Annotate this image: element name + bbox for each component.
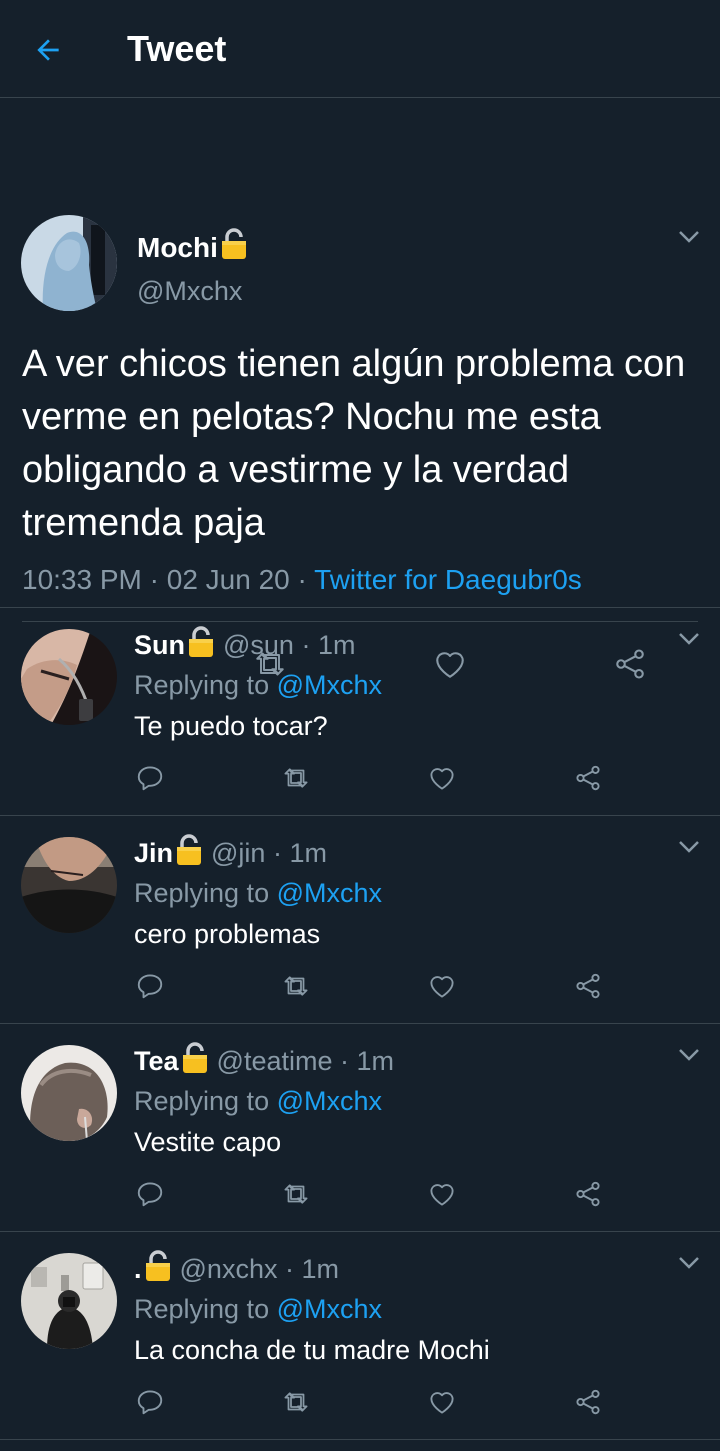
mention-link[interactable]: @Mxchx <box>277 1294 382 1324</box>
retweet-icon[interactable] <box>276 1382 316 1422</box>
reply-header: Sun @sun · 1m <box>134 626 355 665</box>
like-icon[interactable] <box>422 758 462 798</box>
share-icon[interactable] <box>568 966 608 1006</box>
mention-link[interactable]: @Mxchx <box>277 1086 382 1116</box>
reply-actions <box>0 758 720 798</box>
share-icon[interactable] <box>568 1382 608 1422</box>
reply-author-name[interactable]: Jin <box>134 838 173 869</box>
tweet-date: 02 Jun 20 <box>166 564 290 595</box>
meta-separator: · <box>332 1046 357 1076</box>
author-name-label: Mochi <box>137 231 218 263</box>
reply-header: Jin @jin · 1m <box>134 834 327 873</box>
replying-to-label: Replying to <box>134 1086 270 1116</box>
lock-icon <box>220 228 248 267</box>
chevron-down-icon[interactable] <box>678 230 700 249</box>
reply-author-handle[interactable]: @sun <box>223 630 294 661</box>
avatar[interactable] <box>21 215 117 311</box>
reply-text: cero problemas <box>134 919 321 949</box>
avatar[interactable] <box>21 1045 117 1141</box>
tweet-time: 10:33 PM <box>22 564 142 595</box>
meta-separator: · <box>293 630 318 660</box>
chevron-down-icon[interactable] <box>678 632 700 651</box>
back-arrow-icon[interactable] <box>28 30 68 70</box>
reply-text: La concha de tu madre Mochi <box>134 1335 490 1365</box>
top-bar: Tweet <box>0 0 720 98</box>
like-icon[interactable] <box>422 966 462 1006</box>
reply-tweet[interactable]: Sun @sun · 1m Replying to @Mxchx Te pued… <box>0 608 720 816</box>
replying-to-label: Replying to <box>134 1294 270 1324</box>
meta-separator: · <box>149 564 167 595</box>
reply-actions <box>0 1382 720 1422</box>
reply-icon[interactable] <box>130 758 170 798</box>
main-tweet: Mochi @Mxchx A ver chicos tienen algún p… <box>0 98 720 679</box>
reply-author-handle[interactable]: @nxchx <box>180 1254 278 1285</box>
reply-time: 1m <box>289 838 327 868</box>
share-icon[interactable] <box>568 1174 608 1214</box>
reply-tweet[interactable]: Jin @jin · 1m Replying to @Mxchx cero pr… <box>0 816 720 1024</box>
chevron-down-icon[interactable] <box>678 840 700 859</box>
reply-author-handle[interactable]: @jin <box>211 838 265 869</box>
retweet-icon[interactable] <box>276 1174 316 1214</box>
reply-tweet[interactable]: Tea @teatime · 1m Replying to @Mxchx Ves… <box>0 1024 720 1232</box>
reply-actions <box>0 966 720 1006</box>
replying-to: Replying to @Mxchx <box>134 878 382 909</box>
chevron-down-icon[interactable] <box>678 1256 700 1275</box>
replying-to: Replying to @Mxchx <box>134 670 382 701</box>
reply-icon[interactable] <box>130 1174 170 1214</box>
meta-separator: · <box>297 564 315 595</box>
meta-separator: · <box>277 1254 302 1284</box>
reply-author-name[interactable]: Sun <box>134 630 185 661</box>
replying-to: Replying to @Mxchx <box>134 1086 382 1117</box>
reply-header: Tea @teatime · 1m <box>134 1042 394 1081</box>
share-icon[interactable] <box>568 758 608 798</box>
replying-to-label: Replying to <box>134 878 270 908</box>
lock-icon <box>144 1250 172 1289</box>
tweet-text: A ver chicos tienen algún problema con v… <box>22 343 686 544</box>
author-handle[interactable]: @Mxchx <box>137 276 242 307</box>
reply-icon[interactable] <box>130 1382 170 1422</box>
retweet-icon[interactable] <box>276 966 316 1006</box>
reply-text: Vestite capo <box>134 1127 282 1157</box>
avatar[interactable] <box>21 629 117 725</box>
mention-link[interactable]: @Mxchx <box>277 670 382 700</box>
like-icon[interactable] <box>422 1382 462 1422</box>
lock-icon <box>187 626 215 665</box>
retweet-icon[interactable] <box>276 758 316 798</box>
reply-author-name[interactable]: Tea <box>134 1046 179 1077</box>
reply-time: 1m <box>301 1254 339 1284</box>
tweet-source[interactable]: Twitter for Daegubr0s <box>314 564 582 595</box>
like-icon[interactable] <box>422 1174 462 1214</box>
reply-author-handle[interactable]: @teatime <box>217 1046 333 1077</box>
author-name[interactable]: Mochi <box>137 228 248 267</box>
reply-text: Te puedo tocar? <box>134 711 328 741</box>
avatar[interactable] <box>21 837 117 933</box>
reply-time: 1m <box>317 630 356 660</box>
reply-header: . @nxchx · 1m <box>134 1250 339 1289</box>
lock-icon <box>175 834 203 873</box>
replying-to-label: Replying to <box>134 670 270 700</box>
chevron-down-icon[interactable] <box>678 1048 700 1067</box>
lock-icon <box>181 1042 209 1081</box>
reply-tweet[interactable]: . @nxchx · 1m Replying to @Mxchx La conc… <box>0 1232 720 1440</box>
replying-to: Replying to @Mxchx <box>134 1294 382 1325</box>
mention-link[interactable]: @Mxchx <box>277 878 382 908</box>
reply-time: 1m <box>356 1046 394 1076</box>
reply-actions <box>0 1174 720 1214</box>
reply-icon[interactable] <box>130 966 170 1006</box>
page-title: Tweet <box>127 28 227 69</box>
avatar[interactable] <box>21 1253 117 1349</box>
reply-author-name[interactable]: . <box>134 1254 142 1285</box>
tweet-meta: 10:33 PM · 02 Jun 20 · Twitter for Daegu… <box>22 564 582 596</box>
meta-separator: · <box>265 838 290 868</box>
